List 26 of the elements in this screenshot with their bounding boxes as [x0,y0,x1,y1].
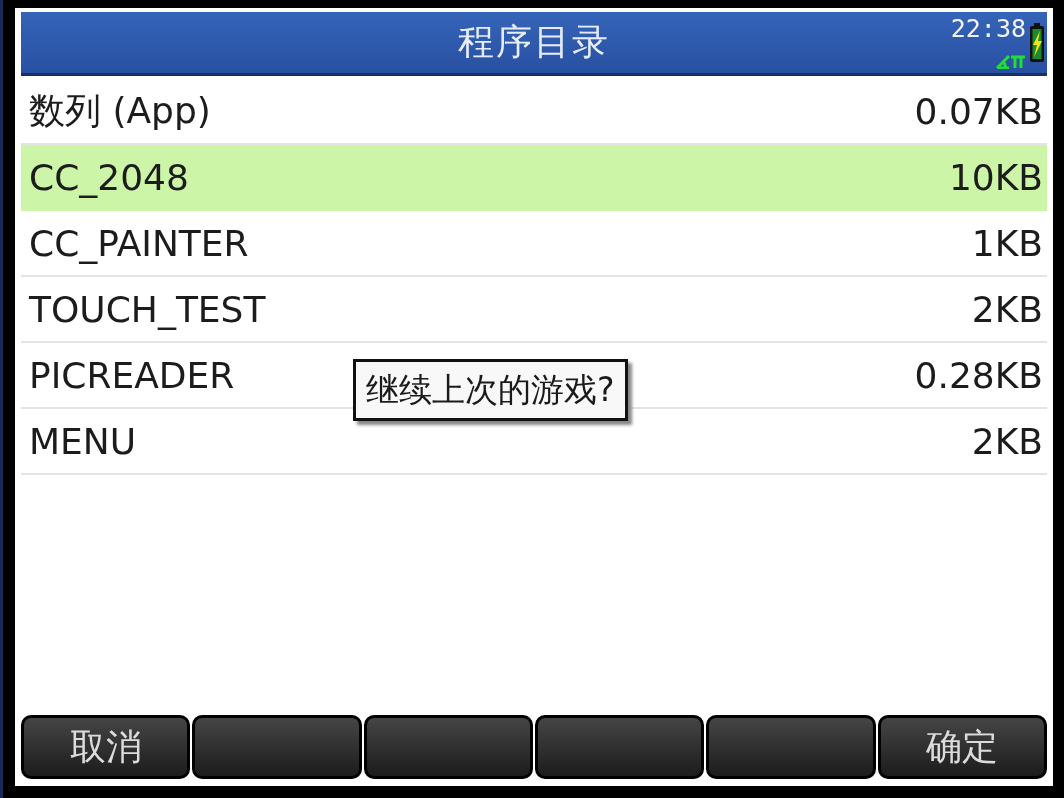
program-size: 0.07KB [914,90,1043,132]
program-row[interactable]: CC_PAINTER 1KB [21,211,1047,277]
program-name: TOUCH_TEST [29,288,266,330]
window-title: 程序目录 [458,20,610,64]
program-size: 2KB [971,288,1043,330]
blank-softkey[interactable] [192,715,362,779]
program-size: 10KB [948,156,1043,198]
softkey-button[interactable]: 确定 [877,715,1047,779]
blank-softkey[interactable] [535,715,705,779]
program-size: 0.28KB [914,354,1043,396]
softkey-button[interactable]: 取消 [21,715,191,779]
message-popup: 继续上次的游戏? [353,359,628,421]
clock-time: 22:38 [950,16,1026,42]
program-name: CC_PAINTER [29,222,249,264]
angle-mode-icon [996,53,1026,69]
program-name: PICREADER [29,354,235,396]
program-name: MENU [29,420,137,462]
blank-softkey[interactable] [363,715,533,779]
program-size: 1KB [971,222,1043,264]
program-row[interactable]: CC_2048 10KB [21,145,1047,211]
blank-softkey[interactable] [706,715,876,779]
program-row[interactable]: TOUCH_TEST 2KB [21,277,1047,343]
program-name: 数列 (App) [29,88,211,133]
program-size: 2KB [971,420,1043,462]
battery-icon [1029,22,1045,63]
program-name: CC_2048 [29,156,189,198]
